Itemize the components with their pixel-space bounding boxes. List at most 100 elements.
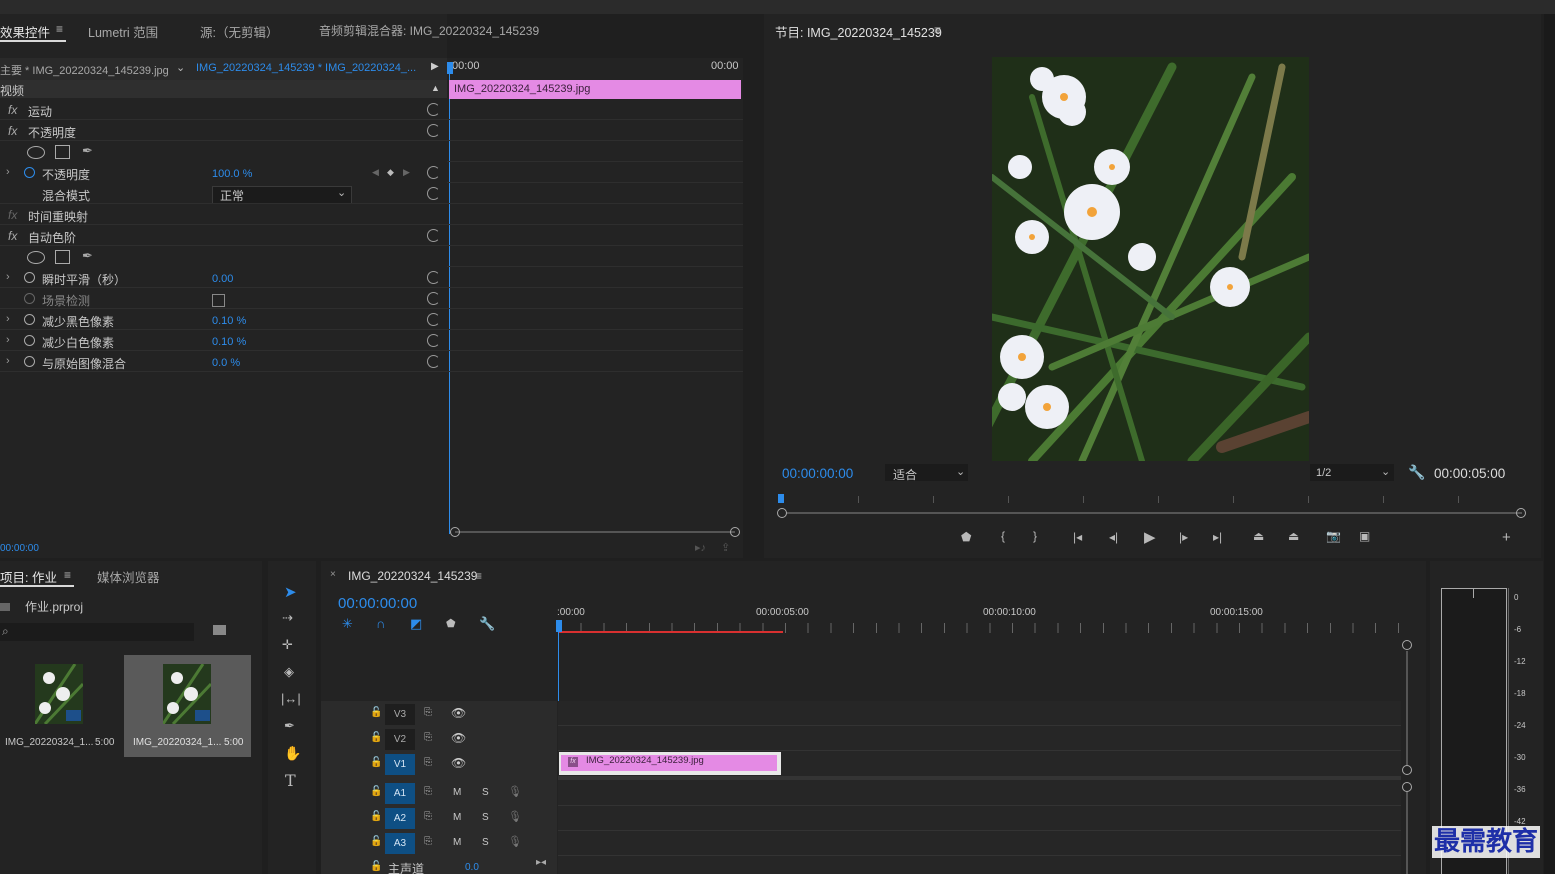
mute-button[interactable]: M: [453, 787, 461, 798]
track-target-a1[interactable]: A1: [385, 783, 415, 804]
step-back-icon[interactable]: ◂|: [1109, 530, 1118, 544]
eye-icon[interactable]: 👁: [451, 706, 466, 720]
track-target-a3[interactable]: A3: [385, 833, 415, 854]
stopwatch-icon[interactable]: [24, 356, 35, 367]
track-target-v2[interactable]: V2: [385, 729, 415, 750]
v-scrollbar[interactable]: [1406, 651, 1408, 765]
wrench-icon[interactable]: 🔧: [1408, 464, 1425, 481]
work-area-bar[interactable]: [558, 631, 783, 633]
reset-icon[interactable]: [427, 187, 440, 200]
effect-time-remap[interactable]: 时间重映射: [28, 208, 88, 225]
program-preview-frame[interactable]: [992, 57, 1309, 461]
slip-tool-icon[interactable]: |↔|: [281, 691, 301, 706]
v-zoom-handle[interactable]: [1402, 765, 1412, 775]
effect-controls-current-time[interactable]: 00:00:00: [0, 543, 39, 554]
nest-toggle-icon[interactable]: ✳: [342, 616, 353, 632]
v-scrollbar[interactable]: [1406, 792, 1408, 874]
lift-icon[interactable]: ⏏: [1253, 529, 1264, 543]
ec-zoom-handle-left[interactable]: [450, 527, 460, 537]
reset-icon[interactable]: [427, 166, 440, 179]
scene-detect-checkbox[interactable]: [212, 294, 225, 307]
sync-lock-icon[interactable]: ⎘: [424, 811, 432, 822]
lock-icon[interactable]: 🔓: [370, 836, 382, 847]
export-frame-icon[interactable]: ⇪: [721, 541, 730, 554]
chevron-down-icon[interactable]: ⌄: [176, 61, 185, 74]
comparison-view-icon[interactable]: ▣: [1359, 529, 1370, 543]
panel-menu-icon[interactable]: ≡: [56, 23, 63, 35]
monitor-zoom-scrollbar[interactable]: [786, 512, 1522, 514]
type-tool-icon[interactable]: T: [285, 771, 296, 790]
pen-mask-icon[interactable]: ✒: [82, 143, 93, 159]
collapse-up-icon[interactable]: ▲: [431, 83, 440, 93]
step-forward-icon[interactable]: |▸: [1179, 530, 1188, 544]
panel-menu-icon[interactable]: ≡: [64, 569, 71, 581]
go-to-in-icon[interactable]: |◂: [1073, 530, 1082, 544]
project-search-input[interactable]: [0, 623, 194, 641]
reset-icon[interactable]: [427, 271, 440, 284]
timeline-clip[interactable]: fx IMG_20220324_145239.jpg: [559, 752, 781, 775]
selection-tool-icon[interactable]: ➤: [284, 583, 297, 601]
tab-project[interactable]: 项目: 作业: [0, 567, 57, 586]
mute-button[interactable]: M: [453, 812, 461, 823]
prev-keyframe-icon[interactable]: ◀: [372, 167, 379, 178]
timeline-playhead[interactable]: [556, 620, 562, 632]
ellipse-mask-icon[interactable]: [27, 251, 45, 264]
sync-lock-icon[interactable]: ⎘: [424, 836, 432, 847]
sync-lock-icon[interactable]: ⎘: [424, 786, 432, 797]
export-frame-icon[interactable]: 📷: [1326, 529, 1341, 543]
effect-auto-levels[interactable]: 自动色阶: [28, 229, 76, 246]
monitor-zoom-handle-left[interactable]: [777, 508, 787, 518]
lock-icon[interactable]: 🔓: [370, 786, 382, 797]
pen-mask-icon[interactable]: ✒: [82, 248, 93, 264]
tab-audio-clip-mixer[interactable]: 音频剪辑混合器: IMG_20220324_145239: [319, 22, 539, 39]
track-select-tool-icon[interactable]: ⇢: [282, 610, 293, 626]
sync-lock-icon[interactable]: ⎘: [424, 707, 432, 718]
reset-icon[interactable]: [427, 355, 440, 368]
white-clip-value[interactable]: 0.10 %: [212, 336, 246, 348]
track-target-v3[interactable]: V3: [385, 704, 415, 725]
panel-menu-icon[interactable]: ≡: [475, 570, 482, 582]
extract-icon[interactable]: ⏏: [1288, 529, 1299, 543]
lock-icon[interactable]: 🔓: [370, 732, 382, 743]
stopwatch-icon[interactable]: [24, 335, 35, 346]
add-keyframe-icon[interactable]: ◆: [387, 167, 394, 178]
rectangle-mask-icon[interactable]: [55, 145, 70, 159]
timeline-current-time[interactable]: 00:00:00:00: [338, 595, 417, 612]
razor-tool-icon[interactable]: ◈: [284, 664, 294, 680]
reset-icon[interactable]: [427, 313, 440, 326]
ripple-edit-tool-icon[interactable]: ✛: [282, 637, 293, 653]
effect-opacity[interactable]: 不透明度: [28, 124, 76, 141]
sync-lock-icon[interactable]: ⎘: [424, 732, 432, 743]
add-button-icon[interactable]: +: [1502, 529, 1511, 546]
solo-button[interactable]: S: [482, 787, 489, 798]
opacity-value[interactable]: 100.0 %: [212, 168, 252, 180]
black-clip-value[interactable]: 0.10 %: [212, 315, 246, 327]
master-clip-label[interactable]: 主要 * IMG_20220324_145239.jpg: [0, 62, 169, 78]
smoothing-value[interactable]: 0.00: [212, 273, 233, 285]
eye-icon[interactable]: 👁: [451, 731, 466, 745]
new-bin-icon[interactable]: [213, 625, 226, 635]
rectangle-mask-icon[interactable]: [55, 250, 70, 264]
stopwatch-icon[interactable]: [24, 314, 35, 325]
ellipse-mask-icon[interactable]: [27, 146, 45, 159]
reset-icon[interactable]: [427, 292, 440, 305]
go-to-end-icon[interactable]: ▸◂: [536, 857, 546, 868]
play-icon[interactable]: ▶: [1144, 528, 1156, 546]
ec-zoom-handle-right[interactable]: [730, 527, 740, 537]
lock-icon[interactable]: 🔓: [370, 707, 382, 718]
reset-icon[interactable]: [427, 124, 440, 137]
v-zoom-handle[interactable]: [1402, 782, 1412, 792]
chevron-down-icon[interactable]: ⌄: [337, 186, 346, 199]
fx-icon[interactable]: fx: [8, 103, 17, 117]
chevron-down-icon[interactable]: ⌄: [1381, 465, 1390, 478]
sequence-clip-label[interactable]: IMG_20220324_145239 * IMG_20220324_...: [196, 62, 416, 74]
lock-icon[interactable]: 🔓: [370, 811, 382, 822]
right-edge-scrollbar[interactable]: [1544, 14, 1555, 874]
next-keyframe-icon[interactable]: ▶: [403, 167, 410, 178]
microphone-icon[interactable]: 🎙: [508, 835, 522, 848]
mark-in-icon[interactable]: {: [1001, 529, 1005, 543]
fx-icon[interactable]: fx: [8, 229, 17, 243]
program-monitor-title[interactable]: 节目: IMG_20220324_145239: [775, 22, 942, 41]
stopwatch-icon[interactable]: [24, 272, 35, 283]
reset-icon[interactable]: [427, 334, 440, 347]
